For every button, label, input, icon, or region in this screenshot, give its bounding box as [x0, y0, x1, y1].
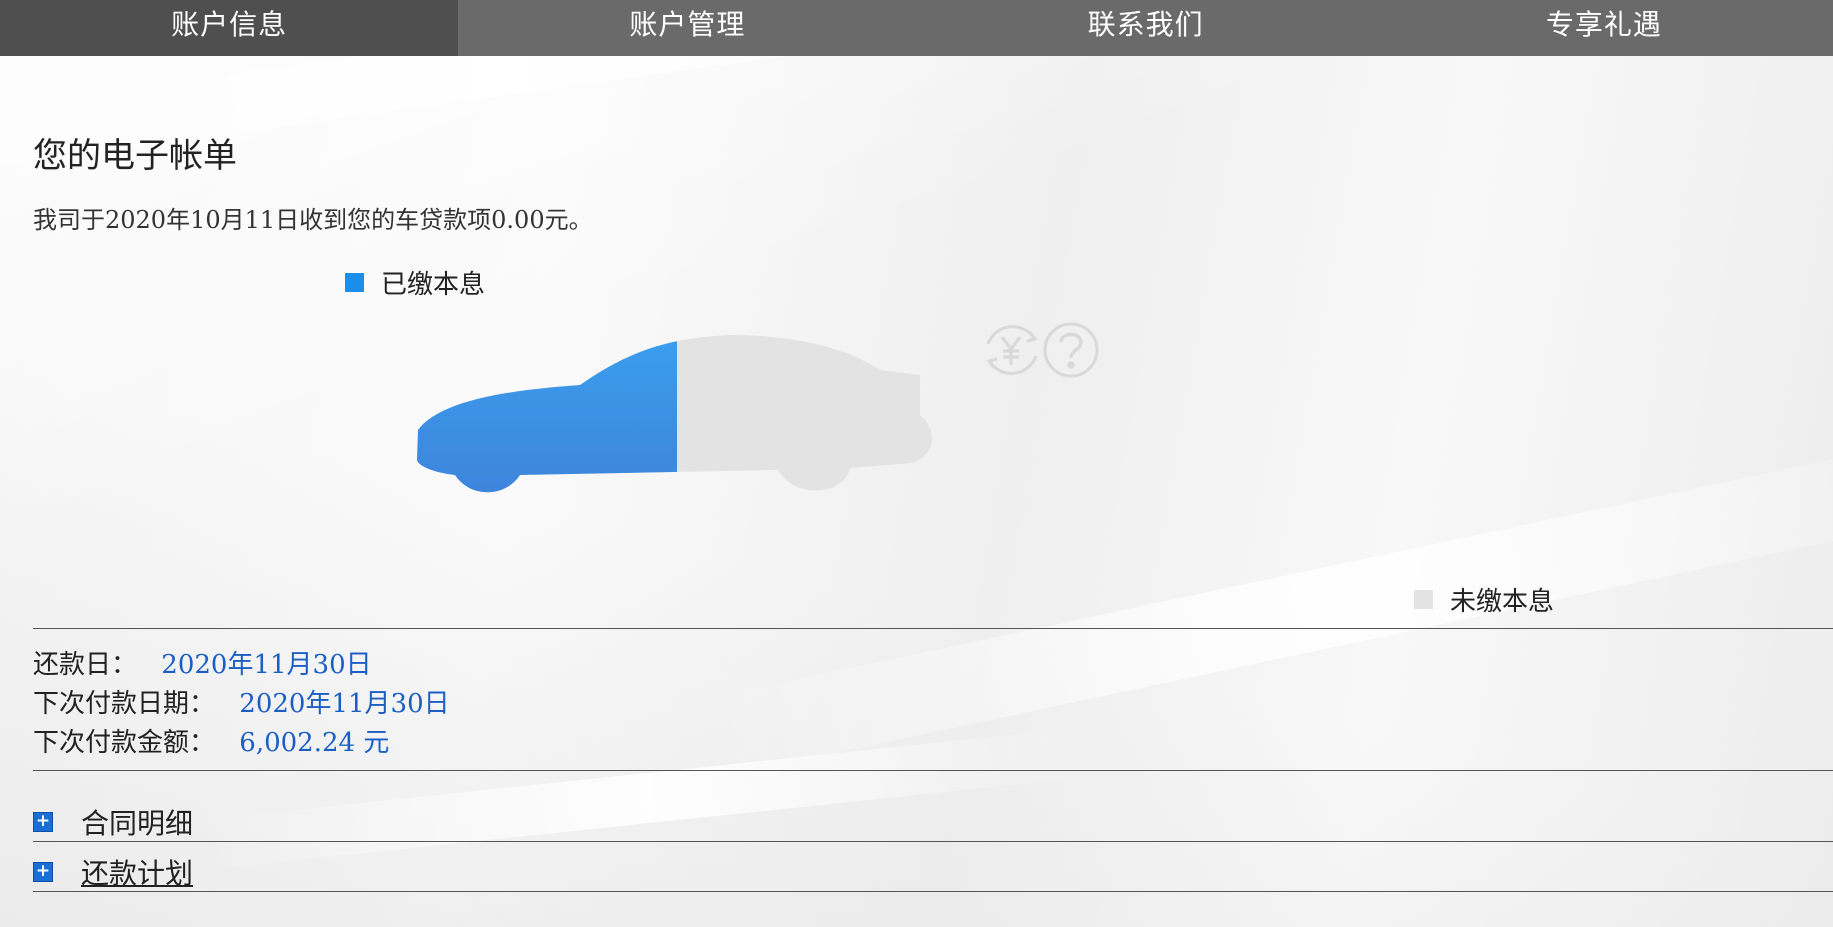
legend-paid: 已缴本息: [345, 264, 485, 301]
car-paid-fill: [417, 335, 677, 493]
tab-account-info[interactable]: 账户信息: [0, 0, 459, 56]
tab-exclusive-benefits[interactable]: 专享礼遇: [1375, 0, 1833, 56]
legend-paid-label: 已缴本息: [381, 270, 486, 300]
due-day-row: 还款日： 2020年11月30日: [33, 644, 372, 681]
expand-plus-icon[interactable]: +: [33, 862, 53, 882]
due-day-label: 还款日：: [33, 650, 138, 680]
top-nav: 账户信息 账户管理 联系我们 专享礼遇: [0, 0, 1833, 56]
repayment-progress-car: [417, 335, 932, 493]
unpaid-swatch: [1414, 590, 1433, 609]
next-date-label: 下次付款日期：: [33, 689, 216, 719]
help-question-icon[interactable]: [1043, 322, 1099, 378]
divider: [33, 770, 1833, 771]
payment-notice: 我司于2020年10月11日收到您的车贷款项0.00元。: [33, 206, 593, 234]
next-date-row: 下次付款日期： 2020年11月30日: [33, 683, 450, 720]
divider: [33, 628, 1833, 629]
tab-contact-us[interactable]: 联系我们: [917, 0, 1375, 56]
page-title: 您的电子帐单: [33, 136, 237, 176]
paid-swatch: [345, 273, 364, 292]
contract-details-toggle[interactable]: + 合同明细: [33, 802, 193, 842]
next-amount-label: 下次付款金额：: [33, 728, 216, 758]
contract-details-label: 合同明细: [81, 807, 194, 840]
next-date-value: 2020年11月30日: [239, 689, 450, 719]
next-amount-value: 6,002.24 元: [239, 728, 390, 758]
repayment-plan-label[interactable]: 还款计划: [81, 852, 193, 892]
next-amount-row: 下次付款金额： 6,002.24 元: [33, 722, 389, 759]
divider: [33, 891, 1833, 892]
yuan-exchange-icon[interactable]: [986, 325, 1038, 375]
help-icons: [986, 322, 1099, 378]
expand-plus-icon[interactable]: +: [33, 812, 53, 832]
repayment-plan-toggle[interactable]: + 还款计划: [33, 852, 193, 892]
legend-unpaid-label: 未缴本息: [1450, 587, 1555, 617]
due-day-value: 2020年11月30日: [161, 650, 372, 680]
tab-account-management[interactable]: 账户管理: [458, 0, 916, 56]
divider: [33, 841, 1833, 842]
legend-unpaid: 未缴本息: [1414, 581, 1554, 618]
